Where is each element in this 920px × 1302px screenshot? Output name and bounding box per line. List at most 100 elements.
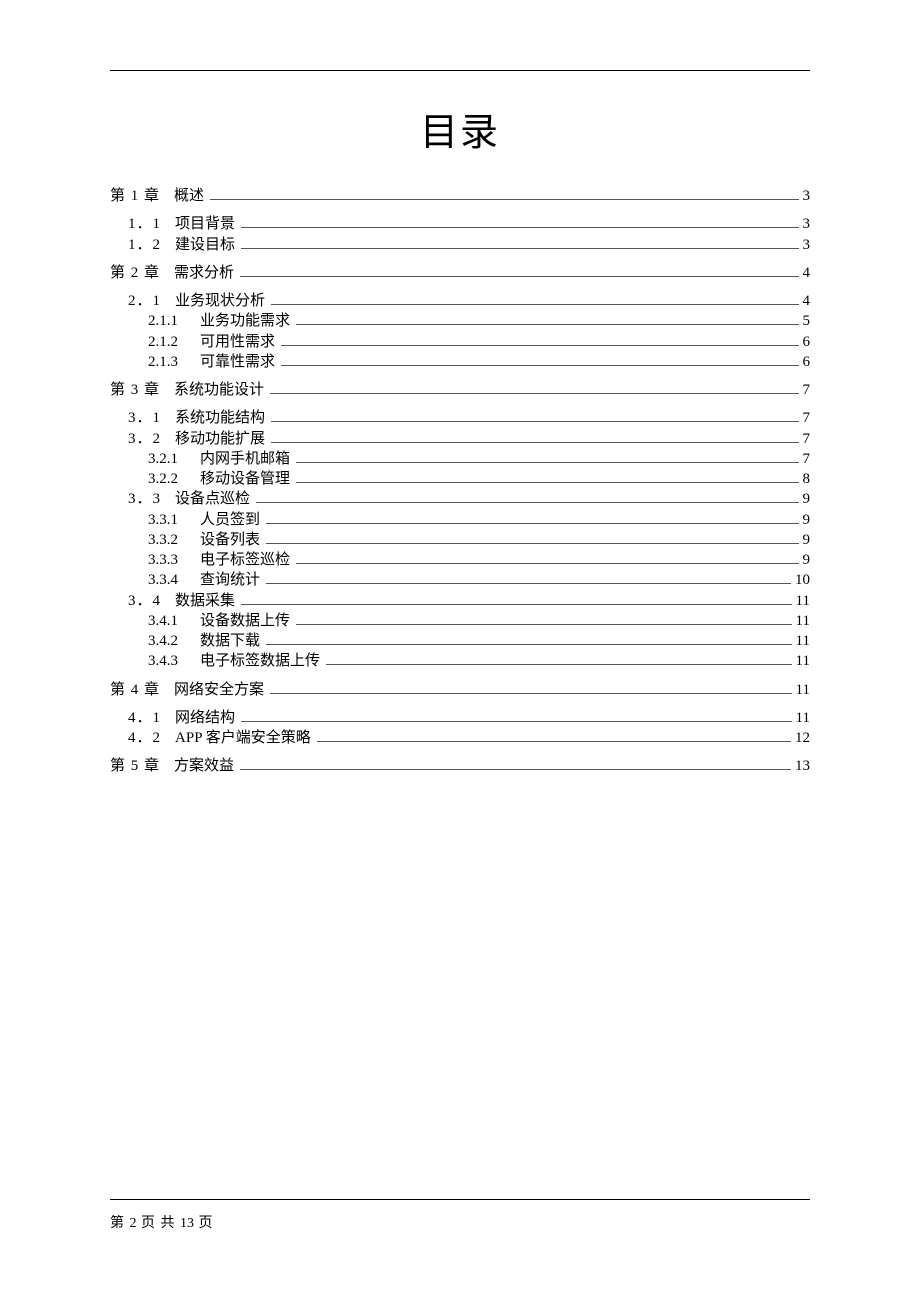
toc-entry-title: 设备点巡检	[175, 489, 250, 509]
toc-entry-page: 9	[803, 489, 811, 509]
toc-entry-title: 设备数据上传	[200, 611, 290, 631]
toc-entry: 1．2建设目标3	[110, 235, 810, 255]
toc-entry-page: 9	[803, 510, 811, 530]
toc-entry: 4．1 网络结构 11	[110, 708, 810, 728]
toc-entry: 2.1.2可用性需求6	[110, 332, 810, 352]
toc-leader	[270, 393, 798, 394]
toc-entry: 3．3设备点巡检9	[110, 489, 810, 509]
toc-entry-number: 2．1	[128, 291, 161, 311]
toc-entry: 3.3.3 电子标签巡检 9	[110, 550, 810, 570]
toc-entry-title: 需求分析	[174, 263, 234, 283]
toc-entry-number: 4．2	[128, 728, 161, 748]
toc-entry: 第 5 章方案效益13	[110, 756, 810, 776]
page-number: 第 2 页 共 13 页	[110, 1212, 810, 1232]
toc-entry-number: 3.2.2	[148, 469, 178, 489]
toc-entry-title: 系统功能设计	[174, 380, 264, 400]
toc-entry-page: 4	[803, 291, 811, 311]
toc-entry-number: 3.3.4	[148, 570, 178, 590]
toc-entry-page: 11	[796, 591, 810, 611]
footer-total-pages: 13	[180, 1216, 194, 1231]
toc-entry-page: 7	[803, 380, 811, 400]
toc-entry: 4．2APP 客户端安全策略12	[110, 728, 810, 748]
toc-entry-title: 移动功能扩展	[175, 429, 265, 449]
toc-leader	[210, 199, 798, 200]
toc-entry-number: 3．1	[128, 408, 161, 428]
toc-entry-number: 第 2 章	[110, 263, 160, 283]
toc-entry: 3．4数据采集11	[110, 591, 810, 611]
toc-entry: 3.2.1内网手机邮箱7	[110, 449, 810, 469]
toc-entry-number: 1．2	[128, 235, 161, 255]
toc-entry-title: 数据下载	[200, 631, 260, 651]
toc-leader	[266, 644, 792, 645]
toc-entry-title: APP 客户端安全策略	[175, 728, 311, 748]
toc-entry-number: 3.4.3	[148, 651, 178, 671]
page-footer: 第 2 页 共 13 页	[110, 1199, 810, 1232]
toc-entry: 2.1.3可靠性需求6	[110, 352, 810, 372]
toc-entry-page: 7	[803, 429, 811, 449]
toc-entry: 第 2 章需求分析 4	[110, 263, 810, 283]
toc-entry-title: 概述	[174, 186, 204, 206]
toc-entry-page: 5	[803, 311, 811, 331]
toc-entry: 3．1系统功能结构7	[110, 408, 810, 428]
toc-title: 目录	[110, 101, 810, 156]
toc-leader	[271, 304, 798, 305]
toc-entry: 3．2 移动功能扩展 7	[110, 429, 810, 449]
toc-leader	[296, 482, 798, 483]
toc-entry-page: 9	[803, 530, 811, 550]
toc-entry-title: 网络结构	[175, 708, 235, 728]
toc-entry-page: 11	[796, 651, 810, 671]
footer-rule	[110, 1199, 810, 1200]
toc-entry-title: 项目背景	[175, 214, 235, 234]
toc-entry-title: 电子标签巡检	[200, 550, 290, 570]
table-of-contents: 第 1 章概述31．1项目背景31．2建设目标3第 2 章需求分析42．1业务现…	[110, 186, 810, 777]
toc-entry-title: 移动设备管理	[200, 469, 290, 489]
toc-entry-title: 网络安全方案	[174, 680, 264, 700]
toc-entry-page: 6	[803, 352, 811, 372]
footer-prefix: 第	[110, 1216, 130, 1231]
toc-leader	[296, 462, 798, 463]
toc-entry: 第 4 章网络安全方案11	[110, 680, 810, 700]
toc-entry-title: 业务现状分析	[175, 291, 265, 311]
toc-entry-page: 3	[803, 186, 811, 206]
toc-entry-page: 6	[803, 332, 811, 352]
toc-leader	[241, 248, 798, 249]
toc-entry-page: 8	[803, 469, 811, 489]
toc-entry: 1．1项目背景3	[110, 214, 810, 234]
toc-entry-number: 2.1.2	[148, 332, 178, 352]
toc-entry-page: 3	[803, 235, 811, 255]
toc-entry-page: 7	[803, 408, 811, 428]
toc-entry-page: 9	[803, 550, 811, 570]
toc-leader	[241, 227, 798, 228]
toc-entry: 2．1 业务现状分析 4	[110, 291, 810, 311]
toc-leader	[241, 721, 792, 722]
toc-entry-title: 可靠性需求	[200, 352, 275, 372]
toc-entry-page: 10	[795, 570, 810, 590]
toc-entry-number: 1．1	[128, 214, 161, 234]
toc-leader	[240, 276, 798, 277]
toc-entry-number: 3.3.3	[148, 550, 178, 570]
toc-entry: 3.3.1 人员签到 9	[110, 510, 810, 530]
toc-entry-title: 人员签到	[200, 510, 260, 530]
toc-leader	[241, 604, 792, 605]
toc-entry: 3.3.2设备列表9	[110, 530, 810, 550]
toc-entry: 3.2.2 移动设备管理 8	[110, 469, 810, 489]
toc-leader	[296, 324, 798, 325]
toc-entry: 3.4.2数据下载11	[110, 631, 810, 651]
footer-current-page: 2	[130, 1216, 137, 1231]
toc-entry-number: 4．1	[128, 708, 161, 728]
toc-leader	[281, 345, 798, 346]
toc-leader	[281, 365, 798, 366]
toc-entry-number: 3.3.1	[148, 510, 178, 530]
toc-entry-page: 4	[803, 263, 811, 283]
toc-leader	[296, 563, 798, 564]
toc-entry-number: 3．2	[128, 429, 161, 449]
toc-entry-number: 3.2.1	[148, 449, 178, 469]
document-page: 目录 第 1 章概述31．1项目背景31．2建设目标3第 2 章需求分析42．1…	[0, 0, 920, 1302]
toc-entry-number: 3．4	[128, 591, 161, 611]
toc-entry-title: 内网手机邮箱	[200, 449, 290, 469]
toc-leader	[266, 523, 798, 524]
toc-leader	[270, 693, 792, 694]
toc-entry-number: 第 5 章	[110, 756, 160, 776]
toc-entry-page: 11	[796, 708, 810, 728]
toc-entry-title: 电子标签数据上传	[200, 651, 320, 671]
